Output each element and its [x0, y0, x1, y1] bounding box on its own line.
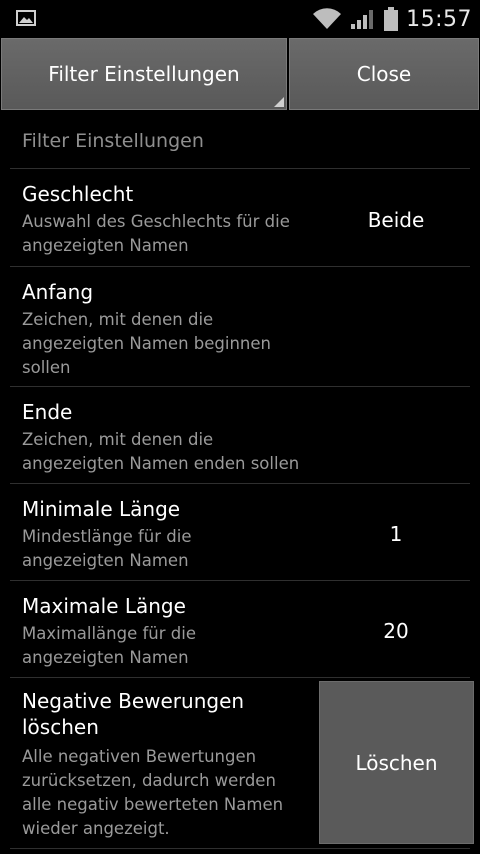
- filter-settings-button[interactable]: Filter Einstellungen: [1, 38, 287, 110]
- signal-icon: [351, 10, 374, 29]
- battery-icon: [384, 7, 399, 31]
- wifi-icon: [313, 8, 342, 29]
- pref-title: Minimale Länge: [22, 497, 181, 521]
- dropdown-corner-icon: [274, 97, 284, 107]
- pref-row-max-length[interactable]: Maximale Länge Maximallänge für die ange…: [0, 581, 480, 677]
- top-toolbar: Filter Einstellungen Close: [0, 38, 480, 112]
- filter-settings-label: Filter Einstellungen: [48, 62, 240, 86]
- divider: [10, 848, 470, 849]
- status-bar: 15:57: [0, 0, 480, 38]
- close-label: Close: [356, 62, 412, 86]
- pref-title: Negative Bewerungen löschen: [22, 689, 245, 739]
- status-clock: 15:57: [406, 6, 472, 32]
- pref-desc: Mindestlänge für die angezeigten Namen: [22, 527, 192, 570]
- pref-desc: Zeichen, mit denen die angezeigten Namen…: [22, 430, 300, 473]
- pref-row-anfang[interactable]: Anfang Zeichen, mit denen die angezeigte…: [0, 267, 480, 386]
- pref-title: Ende: [22, 400, 73, 424]
- pref-desc: Auswahl des Geschlechts für die angezeig…: [22, 212, 290, 255]
- pref-desc: Zeichen, mit denen die angezeigten Namen…: [22, 310, 271, 377]
- gallery-notification-icon: [16, 10, 36, 26]
- delete-button[interactable]: Löschen: [319, 681, 474, 844]
- pref-desc: Maximallänge für die angezeigten Namen: [22, 624, 196, 667]
- section-title: Filter Einstellungen: [22, 130, 204, 152]
- pref-title: Geschlecht: [22, 182, 134, 206]
- pref-row-geschlecht[interactable]: Geschlecht Auswahl des Geschlechts für d…: [0, 169, 480, 266]
- close-button[interactable]: Close: [289, 38, 479, 110]
- pref-value: Beide: [367, 208, 425, 232]
- pref-title: Maximale Länge: [22, 594, 186, 618]
- pref-value: 20: [383, 619, 409, 643]
- pref-value: 1: [389, 522, 403, 546]
- pref-desc: Alle negativen Bewertungen zurücksetzen,…: [22, 747, 284, 838]
- pref-row-min-length[interactable]: Minimale Länge Mindestlänge für die ange…: [0, 484, 480, 580]
- delete-label: Löschen: [355, 750, 438, 775]
- pref-row-ende[interactable]: Ende Zeichen, mit denen die angezeigten …: [0, 387, 480, 483]
- pref-title: Anfang: [22, 280, 94, 304]
